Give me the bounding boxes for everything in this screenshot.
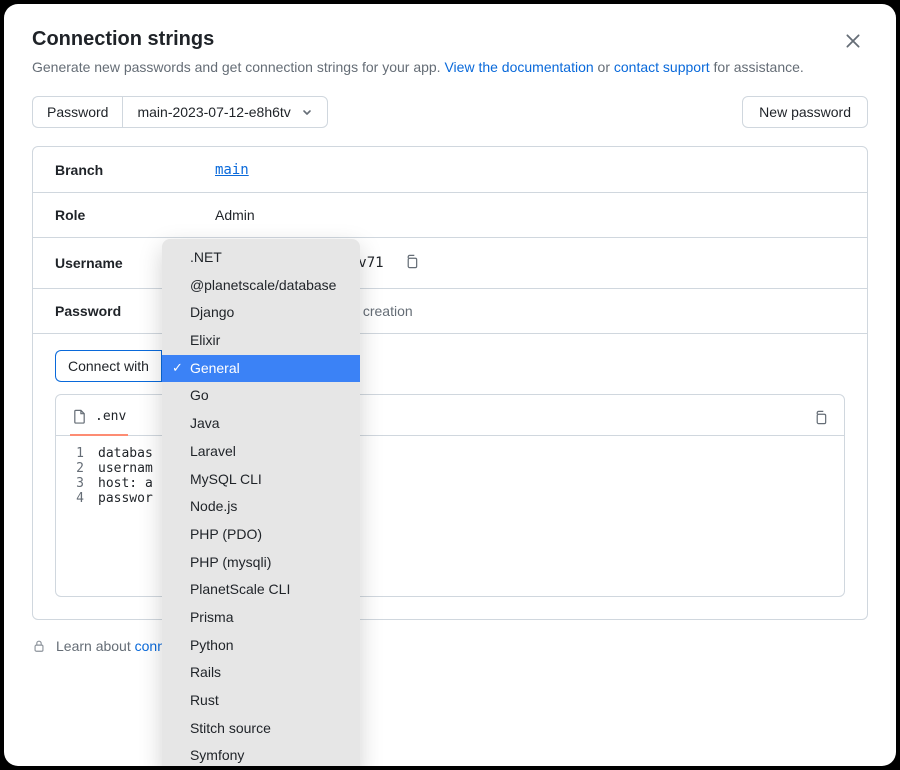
dropdown-option[interactable]: PHP (mysqli) <box>162 549 360 577</box>
support-link[interactable]: contact support <box>614 59 710 75</box>
dropdown-option[interactable]: Node.js <box>162 493 360 521</box>
dropdown-option[interactable]: Rails <box>162 659 360 687</box>
connect-with-select[interactable]: General .NET@planetscale/databaseDjangoE… <box>161 350 263 382</box>
dropdown-option[interactable]: General <box>162 355 360 383</box>
modal-window: Connection strings Generate new password… <box>4 4 896 766</box>
page-title: Connection strings <box>32 28 804 51</box>
copy-icon <box>813 410 828 425</box>
dropdown-option[interactable]: Laravel <box>162 438 360 466</box>
branch-link[interactable]: main <box>215 162 249 178</box>
dropdown-option[interactable]: Go <box>162 382 360 410</box>
line-number: 4 <box>56 491 98 506</box>
close-button[interactable] <box>838 26 868 56</box>
dropdown-option[interactable]: PHP (PDO) <box>162 521 360 549</box>
dropdown-option[interactable]: Rust <box>162 687 360 715</box>
copy-code-button[interactable] <box>811 408 830 430</box>
copy-username-button[interactable] <box>402 252 421 274</box>
footer-hint: Learn about connec <box>32 634 868 654</box>
copy-icon <box>404 254 419 269</box>
dropdown-option[interactable]: @planetscale/database <box>162 272 360 300</box>
branch-label: Branch <box>55 162 215 178</box>
password-selector: Password main-2023-07-12-e8h6tv <box>32 96 328 128</box>
connect-with-label: Connect with <box>55 350 161 382</box>
dropdown-option[interactable]: Django <box>162 299 360 327</box>
dropdown-option[interactable]: PlanetScale CLI <box>162 576 360 604</box>
connect-with-dropdown[interactable]: .NET@planetscale/databaseDjangoElixirGen… <box>162 239 360 766</box>
connection-details-card: Branch main Role Admin Username wvy8zb82… <box>32 146 868 620</box>
line-number: 2 <box>56 461 98 476</box>
dropdown-option[interactable]: MySQL CLI <box>162 466 360 494</box>
password-selector-label: Password <box>32 96 122 128</box>
new-password-button[interactable]: New password <box>742 96 868 128</box>
file-tab[interactable]: .env <box>70 403 128 436</box>
dropdown-option[interactable]: Prisma <box>162 604 360 632</box>
chevron-down-icon <box>301 106 313 118</box>
role-label: Role <box>55 207 215 223</box>
file-icon <box>72 409 87 424</box>
dropdown-option[interactable]: Elixir <box>162 327 360 355</box>
dropdown-option[interactable]: .NET <box>162 244 360 272</box>
lock-icon <box>32 639 46 653</box>
dropdown-option[interactable]: Symfony <box>162 742 360 766</box>
docs-link[interactable]: View the documentation <box>444 59 593 75</box>
password-selector-button[interactable]: main-2023-07-12-e8h6tv <box>122 96 327 128</box>
dropdown-option[interactable]: Stitch source <box>162 715 360 743</box>
page-subtitle: Generate new passwords and get connectio… <box>32 57 804 78</box>
dropdown-option[interactable]: Python <box>162 632 360 660</box>
role-value: Admin <box>215 207 845 223</box>
close-icon <box>844 32 862 50</box>
dropdown-option[interactable]: Java <box>162 410 360 438</box>
line-number: 3 <box>56 476 98 491</box>
line-number: 1 <box>56 446 98 461</box>
